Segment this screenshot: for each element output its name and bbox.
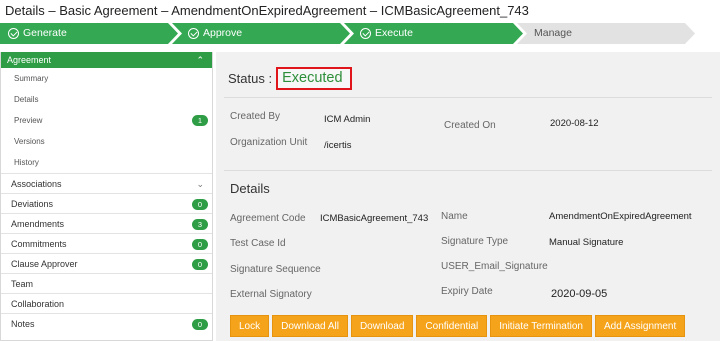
signature-type-value: Manual Signature [549, 237, 624, 248]
lock-button[interactable]: Lock [230, 315, 270, 337]
sidebar-section-label: Amendments [11, 219, 65, 229]
sidebar-item-label: Details [14, 95, 39, 104]
sidebar-section-commitments[interactable]: Commitments 0 [1, 233, 212, 253]
download-button[interactable]: Download [350, 315, 414, 337]
count-badge: 0 [192, 239, 208, 250]
sidebar-section-deviations[interactable]: Deviations 0 [1, 193, 212, 213]
expiry-date-label: Expiry Date [441, 286, 493, 297]
sidebar-section-label: Collaboration [11, 299, 65, 309]
sidebar-item-details[interactable]: Details [1, 89, 212, 110]
add-assignment-button[interactable]: Add Assignment [594, 315, 686, 337]
details-panel: Status : Executed Created By ICM Admin C… [216, 52, 720, 341]
sidebar-section-notes[interactable]: Notes 0 [1, 313, 212, 333]
sidebar-section-clause-approver[interactable]: Clause Approver 0 [1, 253, 212, 273]
step-label: Approve [203, 27, 243, 39]
test-case-id-label: Test Case Id [230, 238, 286, 249]
sidebar-section-team[interactable]: Team [1, 273, 212, 293]
initiate-termination-button[interactable]: Initiate Termination [490, 315, 592, 337]
sidebar-section-label: Deviations [11, 199, 54, 209]
step-approve[interactable]: Approve [188, 23, 242, 44]
count-badge: 1 [192, 115, 208, 126]
workflow-bar: Generate Approve Execute Manage [0, 23, 700, 44]
sidebar-header-agreement[interactable]: Agreement ⌃ [1, 52, 212, 68]
count-badge: 0 [192, 319, 208, 330]
sidebar-item-preview[interactable]: Preview 1 [1, 110, 212, 131]
sidebar-section-associations[interactable]: Associations ⌄ [1, 173, 212, 193]
action-bar: Lock Download All Download Confidential … [230, 315, 686, 337]
created-on-label: Created On [444, 120, 496, 131]
count-badge: 0 [192, 199, 208, 210]
step-execute[interactable]: Execute [360, 23, 413, 44]
sidebar-section-label: Associations [11, 179, 62, 189]
external-signatory-label: External Signatory [230, 289, 312, 300]
details-section-title: Details [230, 181, 270, 196]
chevron-up-icon[interactable]: ⌃ [196, 52, 204, 68]
sidebar-section-amendments[interactable]: Amendments 3 [1, 213, 212, 233]
workflow-arrows [0, 23, 695, 44]
sidebar-section-label: Notes [11, 319, 35, 329]
step-generate[interactable]: Generate [8, 23, 67, 44]
chevron-down-icon[interactable]: ⌄ [196, 174, 204, 194]
status-label: Status : [228, 71, 273, 86]
sidebar-item-label: History [14, 158, 39, 167]
sidebar-item-history[interactable]: History [1, 152, 212, 173]
confidential-button[interactable]: Confidential [416, 315, 488, 337]
sidebar-header-label: Agreement [7, 55, 52, 65]
sidebar-item-label: Summary [14, 74, 49, 83]
step-label: Generate [23, 27, 67, 39]
sidebar-item-versions[interactable]: Versions [1, 131, 212, 152]
org-unit-value: /icertis [324, 140, 352, 151]
count-badge: 3 [192, 219, 208, 230]
signature-sequence-label: Signature Sequence [230, 264, 321, 275]
agreement-code-value: ICMBasicAgreement_743 [320, 213, 429, 224]
sidebar-item-summary[interactable]: Summary [1, 68, 212, 89]
check-circle-icon [188, 28, 199, 39]
user-email-signature-label: USER_Email_Signature [441, 261, 548, 272]
sidebar-section-label: Clause Approver [11, 259, 78, 269]
divider [224, 97, 712, 98]
check-circle-icon [8, 28, 19, 39]
status-row: Status : Executed [228, 67, 352, 90]
step-manage[interactable]: Manage [534, 23, 572, 44]
expiry-date-value: 2020-09-05 [551, 288, 608, 300]
page-title: Details – Basic Agreement – AmendmentOnE… [5, 3, 529, 18]
sidebar: Agreement ⌃ Summary Details Preview 1 Ver… [0, 52, 213, 341]
check-circle-icon [360, 28, 371, 39]
created-on-value: 2020-08-12 [550, 118, 599, 129]
created-by-label: Created By [230, 111, 281, 122]
divider [224, 170, 712, 171]
count-badge: 0 [192, 259, 208, 270]
sidebar-section-label: Commitments [11, 239, 67, 249]
sidebar-item-label: Versions [14, 137, 45, 146]
step-label: Manage [534, 27, 572, 39]
org-unit-label: Organization Unit [230, 137, 308, 148]
sidebar-item-label: Preview [14, 116, 43, 125]
created-by-value: ICM Admin [324, 114, 371, 125]
sidebar-section-collaboration[interactable]: Collaboration [1, 293, 212, 313]
agreement-code-label: Agreement Code [230, 213, 306, 224]
name-label: Name [441, 211, 468, 222]
name-value: AmendmentOnExpiredAgreement [549, 211, 692, 222]
signature-type-label: Signature Type [441, 236, 509, 247]
status-value: Executed [276, 67, 352, 90]
sidebar-section-label: Team [11, 279, 34, 289]
step-label: Execute [375, 27, 413, 39]
download-all-button[interactable]: Download All [272, 315, 348, 337]
